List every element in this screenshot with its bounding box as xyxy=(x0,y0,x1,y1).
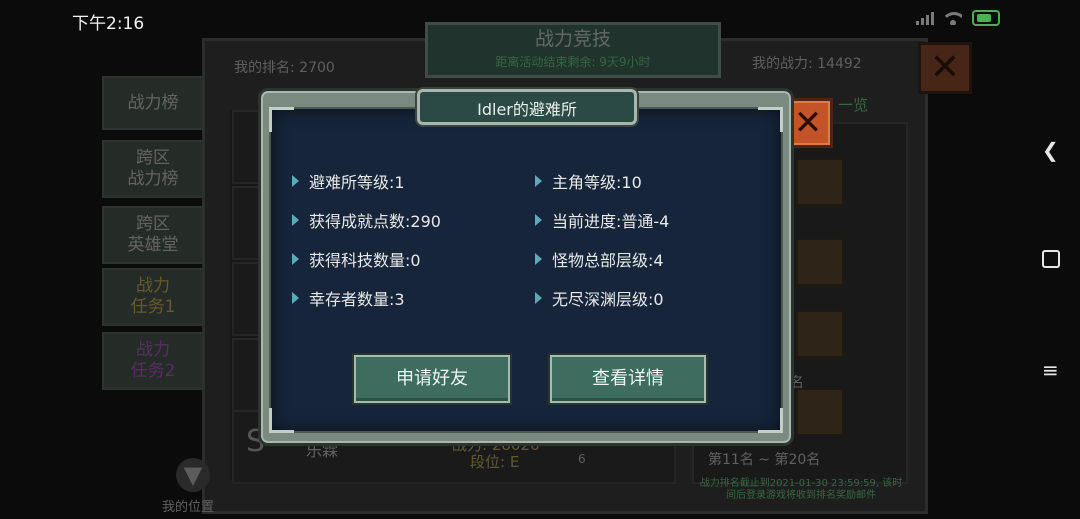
tab-label: 战力 任务2 xyxy=(130,340,176,381)
tab-label: 跨区 战力榜 xyxy=(127,148,179,189)
recent-apps-icon[interactable]: ≡ xyxy=(1042,358,1059,382)
reward-item-icon xyxy=(796,238,844,286)
row-badge-count: 6 xyxy=(578,452,586,466)
reward-item-icon xyxy=(796,388,844,436)
triangle-bullet-icon xyxy=(292,175,299,187)
stat-text: 当前进度:普通-4 xyxy=(552,212,670,231)
stat-text: 主角等级:10 xyxy=(552,173,642,192)
triangle-bullet-icon xyxy=(535,292,542,304)
stat-survivor-count: 幸存者数量:3 xyxy=(292,286,405,310)
triangle-bullet-icon xyxy=(535,253,542,265)
tab-power-task-1[interactable]: 战力 任务1 xyxy=(102,268,204,326)
tab-power-rank[interactable]: 战力榜 xyxy=(102,76,204,130)
stat-text: 幸存者数量:3 xyxy=(309,290,405,309)
stat-current-progress: 当前进度:普通-4 xyxy=(535,208,669,232)
frame-corner xyxy=(269,408,294,433)
stat-text: 避难所等级:1 xyxy=(309,173,405,192)
stat-hero-level: 主角等级:10 xyxy=(535,169,642,193)
ranking-notice: 战力排名截止到2021-01-30 23:59:59, 该时间后登录游戏将收到排… xyxy=(699,478,903,501)
stat-text: 怪物总部层级:4 xyxy=(552,251,664,270)
stat-shelter-level: 避难所等级:1 xyxy=(292,169,405,193)
right-list-footer: 第11名 ~ 第20名 xyxy=(708,452,821,468)
reward-item-icon xyxy=(796,310,844,358)
tab-cross-server-power[interactable]: 跨区 战力榜 xyxy=(102,140,204,198)
arrow-down-icon[interactable]: ▼ xyxy=(176,458,210,492)
reward-item-icon xyxy=(796,158,844,206)
frame-corner xyxy=(758,408,783,433)
background-close-icon[interactable]: ✕ xyxy=(918,42,972,94)
add-friend-button[interactable]: 申请好友 xyxy=(354,355,510,403)
tab-label: 战力榜 xyxy=(127,92,179,113)
background-title-text: 战力竞技 xyxy=(534,28,611,50)
home-icon[interactable] xyxy=(1042,250,1060,268)
right-list-header: 一览 xyxy=(838,96,869,114)
triangle-bullet-icon xyxy=(292,214,299,226)
triangle-bullet-icon xyxy=(292,253,299,265)
dialog-title-plate: Idler的避难所 xyxy=(417,89,637,125)
stat-achievement-points: 获得成就点数:290 xyxy=(292,208,441,232)
view-details-button[interactable]: 查看详情 xyxy=(550,355,706,403)
stat-text: 获得科技数量:0 xyxy=(309,251,421,270)
row-tier-value: 段位: E xyxy=(470,453,520,471)
countdown-text: 距离活动结束剩余: 9天9小时 xyxy=(495,55,651,69)
tab-label: 战力 任务1 xyxy=(130,276,176,317)
stat-tech-count: 获得科技数量:0 xyxy=(292,247,421,271)
tab-cross-server-heroes[interactable]: 跨区 英雄堂 xyxy=(102,206,204,264)
back-icon[interactable]: ❮ xyxy=(1042,138,1059,162)
navigation-bar: ❮ ≡ xyxy=(1020,0,1080,519)
stat-abyss-level: 无尽深渊层级:0 xyxy=(535,286,664,310)
tab-power-task-2[interactable]: 战力 任务2 xyxy=(102,332,204,390)
triangle-bullet-icon xyxy=(535,175,542,187)
my-rank: 我的排名: 2700 xyxy=(234,60,335,76)
tab-label: 跨区 英雄堂 xyxy=(127,214,179,255)
triangle-bullet-icon xyxy=(292,292,299,304)
frame-corner xyxy=(758,107,783,132)
my-location-label[interactable]: 我的位置 xyxy=(162,496,214,515)
dialog-title: Idler的避难所 xyxy=(477,100,577,119)
stat-monster-hq-level: 怪物总部层级:4 xyxy=(535,247,664,271)
triangle-bullet-icon xyxy=(535,214,542,226)
stat-text: 无尽深渊层级:0 xyxy=(552,290,664,309)
stat-text: 获得成就点数:290 xyxy=(309,212,441,231)
frame-corner xyxy=(269,107,294,132)
background-title: 战力竞技 距离活动结束剩余: 9天9小时 xyxy=(425,22,721,78)
my-power: 我的战力: 14492 xyxy=(752,56,862,72)
